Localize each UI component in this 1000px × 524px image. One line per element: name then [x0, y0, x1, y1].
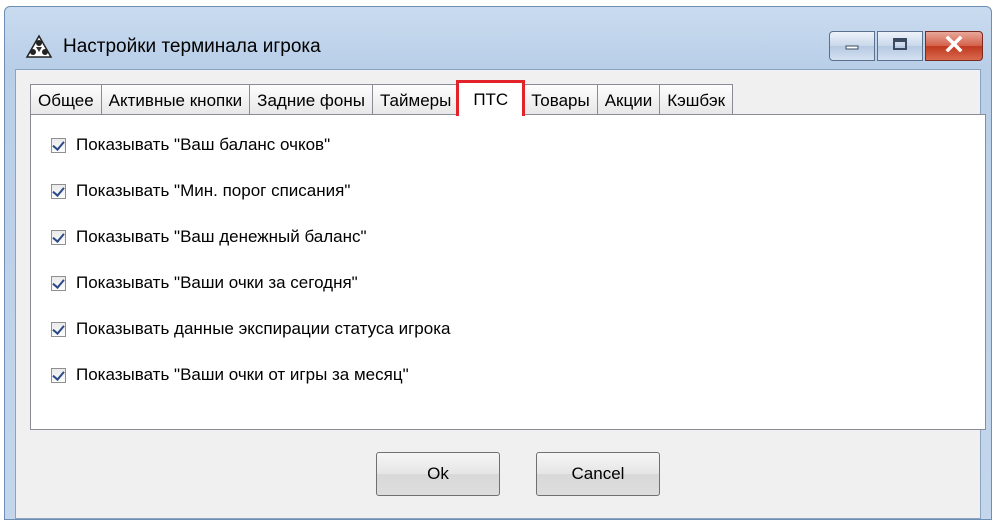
checkbox-checked-icon[interactable]: [51, 321, 66, 337]
option-show-points-today[interactable]: Показывать "Ваши очки за сегодня": [51, 273, 358, 293]
checkbox-checked-icon[interactable]: [51, 367, 66, 383]
option-show-min-threshold[interactable]: Показывать "Мин. порог списания": [51, 181, 350, 201]
option-show-points-balance[interactable]: Показывать "Ваш баланс очков": [51, 135, 330, 155]
minimize-button[interactable]: [829, 31, 875, 61]
tab-pts[interactable]: ПТС: [456, 80, 526, 116]
option-show-status-expiration[interactable]: Показывать данные экспирации статуса игр…: [51, 319, 450, 339]
tab-cashback[interactable]: Кэшбэк: [659, 84, 734, 116]
maximize-icon: [892, 37, 908, 56]
tab-general[interactable]: Общее: [30, 84, 101, 116]
tab-promotions[interactable]: Акции: [596, 84, 660, 116]
option-label: Показывать данные экспирации статуса игр…: [76, 319, 451, 338]
title-bar[interactable]: Настройки терминала игрока: [5, 7, 991, 65]
close-button[interactable]: [925, 31, 983, 61]
checkbox-checked-icon[interactable]: [51, 183, 66, 199]
option-label: Показывать "Ваши очки от игры за месяц": [76, 365, 409, 384]
option-show-money-balance[interactable]: Показывать "Ваш денежный баланс": [51, 227, 367, 247]
tab-backgrounds[interactable]: Задние фоны: [249, 84, 372, 116]
checkbox-checked-icon[interactable]: [51, 137, 66, 153]
cancel-button[interactable]: Cancel: [536, 452, 660, 496]
maximize-button[interactable]: [877, 31, 923, 61]
tab-panel-pts: Показывать "Ваш баланс очков" Показывать…: [30, 114, 986, 430]
tab-timers[interactable]: Таймеры: [371, 84, 459, 116]
tab-strip: Общее Активные кнопки Задние фоны Таймер…: [30, 80, 734, 116]
option-label: Показывать "Ваш денежный баланс": [76, 227, 367, 246]
window-title: Настройки терминала игрока: [63, 36, 321, 57]
option-label: Показывать "Мин. порог списания": [76, 181, 351, 200]
tab-goods[interactable]: Товары: [523, 84, 597, 116]
checkbox-checked-icon[interactable]: [51, 229, 66, 245]
ok-button[interactable]: Ok: [376, 452, 500, 496]
option-label: Показывать "Ваши очки за сегодня": [76, 273, 358, 292]
option-label: Показывать "Ваш баланс очков": [76, 135, 331, 154]
tab-active-buttons[interactable]: Активные кнопки: [100, 84, 250, 116]
people-group-icon: [25, 33, 53, 61]
minimize-icon: [844, 37, 860, 55]
checkbox-checked-icon[interactable]: [51, 275, 66, 291]
settings-window: Настройки терминала игрока Общее Активны…: [4, 6, 992, 520]
close-icon: [945, 35, 963, 57]
option-show-points-month[interactable]: Показывать "Ваши очки от игры за месяц": [51, 365, 409, 385]
dialog-client-area: Общее Активные кнопки Задние фоны Таймер…: [15, 69, 986, 519]
